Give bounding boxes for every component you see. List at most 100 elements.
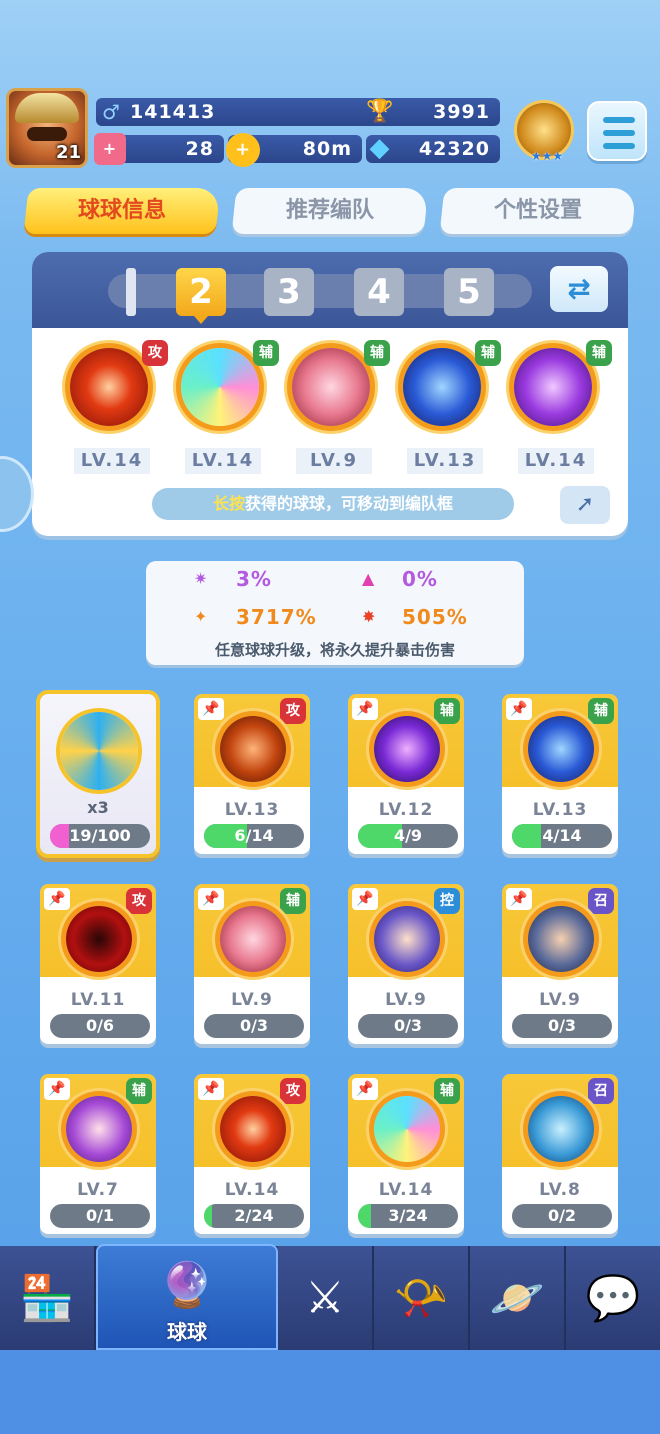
- progress-text: 19/100: [69, 826, 131, 845]
- lineup-ball-hex[interactable]: [403, 348, 481, 426]
- lineup-slot-5[interactable]: 5: [444, 268, 494, 316]
- goggles-graphic: [27, 127, 67, 141]
- nav-social[interactable]: 💬: [566, 1246, 660, 1350]
- ball-type-tag: 召: [588, 888, 614, 914]
- card-level: LV.13: [224, 800, 280, 820]
- crit-stats-box: ✷ 3% ▲ 0% ✦ 3717% ✸ 505% 任意球球升级，将永久提升暴击伤…: [146, 561, 524, 665]
- ball-card[interactable]: 📌 控 LV.9 0/3: [348, 884, 464, 1044]
- ball-type-tag: 辅: [434, 1078, 460, 1104]
- pin-icon[interactable]: 📌: [198, 888, 224, 910]
- pin-icon[interactable]: 📌: [352, 1078, 378, 1100]
- nav-battle[interactable]: ⚔: [278, 1246, 374, 1350]
- ticket-add-icon[interactable]: +: [94, 133, 126, 165]
- distance-value: 80m: [302, 138, 352, 160]
- upgrade-ball-icon: [60, 712, 138, 790]
- card-level: LV.8: [539, 1180, 581, 1200]
- lineup-ball-rainbow[interactable]: [181, 348, 259, 426]
- rainbow-ball-icon: [374, 1096, 440, 1162]
- ball-type-tag: 攻: [126, 888, 152, 914]
- card-progress-bar: 0/3: [512, 1014, 612, 1038]
- tab-label: 个性设置: [493, 198, 582, 223]
- progress-text: 0/1: [85, 1206, 115, 1225]
- upgrade-card[interactable]: x3 19/100: [40, 694, 156, 854]
- ball-type-tag: 辅: [434, 698, 460, 724]
- helmet-graphic: [15, 93, 79, 123]
- menu-line-icon: [603, 117, 635, 123]
- ball-card[interactable]: 召 LV.8 0/2: [502, 1074, 618, 1234]
- pin-icon[interactable]: 📌: [352, 698, 378, 720]
- bottom-nav: 🏪 🔮 球球 ⚔ 📯 🪐 💬: [0, 1244, 660, 1350]
- pin-icon[interactable]: 📌: [44, 1078, 70, 1100]
- ball-card[interactable]: 📌 辅 LV.7 0/1: [40, 1074, 156, 1234]
- progress-text: 3/24: [388, 1206, 428, 1225]
- lineup-slot-4[interactable]: 4: [354, 268, 404, 316]
- nav-whistle[interactable]: 📯: [374, 1246, 470, 1350]
- crit-up-icon: ▲: [362, 569, 376, 588]
- progress-text: 0/6: [85, 1016, 115, 1035]
- coin-add-icon[interactable]: +: [226, 133, 260, 167]
- progress-text: 0/3: [393, 1016, 423, 1035]
- genie-ball-icon: [528, 1096, 594, 1162]
- ball-type-tag: 召: [588, 1078, 614, 1104]
- crit-stat-1: 3%: [236, 567, 272, 591]
- gem-bar[interactable]: ◆ 42320: [366, 134, 500, 163]
- nav-planet[interactable]: 🪐: [470, 1246, 566, 1350]
- rank-badge[interactable]: ★★★: [514, 100, 574, 163]
- ball-card[interactable]: 📌 辅 LV.9 0/3: [194, 884, 310, 1044]
- pin-icon[interactable]: 📌: [506, 888, 532, 910]
- swap-lineup-button[interactable]: ⇄: [550, 266, 608, 312]
- ball-card[interactable]: 📌 辅 LV.13 4/14: [502, 694, 618, 854]
- progress-text: 0/3: [547, 1016, 577, 1035]
- card-progress-bar: 0/6: [50, 1014, 150, 1038]
- ball-level: LV.14: [518, 448, 594, 474]
- pin-icon[interactable]: 📌: [506, 698, 532, 720]
- crit-stat-2: 0%: [402, 567, 438, 591]
- progress-text: 0/3: [239, 1016, 269, 1035]
- ball-card[interactable]: 📌 召 LV.9 0/3: [502, 884, 618, 1044]
- card-progress-bar: 4/14: [512, 824, 612, 848]
- side-drawer-handle[interactable]: [0, 456, 34, 532]
- progress-text: 6/14: [234, 826, 274, 845]
- fire-ball-icon: [220, 1096, 286, 1162]
- nav-balls[interactable]: 🔮 球球: [96, 1244, 278, 1350]
- menu-button[interactable]: [587, 101, 647, 161]
- whistle-icon: 📯: [393, 1273, 449, 1324]
- pin-icon[interactable]: 📌: [198, 698, 224, 720]
- pin-icon[interactable]: 📌: [44, 888, 70, 910]
- gem-add-icon[interactable]: ◆: [362, 131, 398, 165]
- pin-icon[interactable]: 📌: [198, 1078, 224, 1100]
- progress-text: 0/2: [547, 1206, 577, 1225]
- ball-card[interactable]: 📌 辅 LV.14 3/24: [348, 1074, 464, 1234]
- crit-damage-icon: ✦: [194, 607, 209, 626]
- share-button[interactable]: ➚: [560, 486, 610, 524]
- ball-card[interactable]: 📌 攻 LV.11 0/6: [40, 884, 156, 1044]
- progress-text: 4/9: [393, 826, 423, 845]
- tab-recommended-team[interactable]: 推荐编队: [231, 188, 429, 234]
- ball-card[interactable]: 📌 辅 LV.12 4/9: [348, 694, 464, 854]
- lineup-slot-1[interactable]: [126, 268, 136, 316]
- card-level: LV.9: [539, 990, 581, 1010]
- trophy-count: 3991: [433, 101, 490, 123]
- coin-bar[interactable]: + 80m: [226, 133, 362, 167]
- ball-type-tag: 控: [434, 888, 460, 914]
- lineup-slot-2[interactable]: 2: [176, 268, 226, 324]
- ticket-bar[interactable]: + 28: [94, 133, 224, 165]
- hint-text: 获得的球球，可移动到编队框: [245, 494, 454, 513]
- tab-personal-settings[interactable]: 个性设置: [439, 188, 637, 234]
- ball-level: LV.9: [296, 448, 372, 474]
- menu-line-icon: [603, 143, 635, 149]
- lineup-ball-muscle[interactable]: [292, 348, 370, 426]
- player-avatar[interactable]: 21: [6, 88, 88, 168]
- lineup-ball-leaf[interactable]: [514, 348, 592, 426]
- card-progress-bar: 0/2: [512, 1204, 612, 1228]
- ball-card[interactable]: 📌 攻 LV.14 2/24: [194, 1074, 310, 1234]
- lineup-ball-fire[interactable]: [70, 348, 148, 426]
- pin-icon[interactable]: 📌: [352, 888, 378, 910]
- lineup-slot-3[interactable]: 3: [264, 268, 314, 316]
- ball-card[interactable]: 📌 攻 LV.13 6/14: [194, 694, 310, 854]
- ball-type-tag: 辅: [586, 340, 612, 366]
- nav-shop[interactable]: 🏪: [0, 1246, 96, 1350]
- menu-line-icon: [603, 130, 635, 136]
- ball-type-tag: 辅: [588, 698, 614, 724]
- tab-ball-info[interactable]: 球球信息: [23, 188, 221, 234]
